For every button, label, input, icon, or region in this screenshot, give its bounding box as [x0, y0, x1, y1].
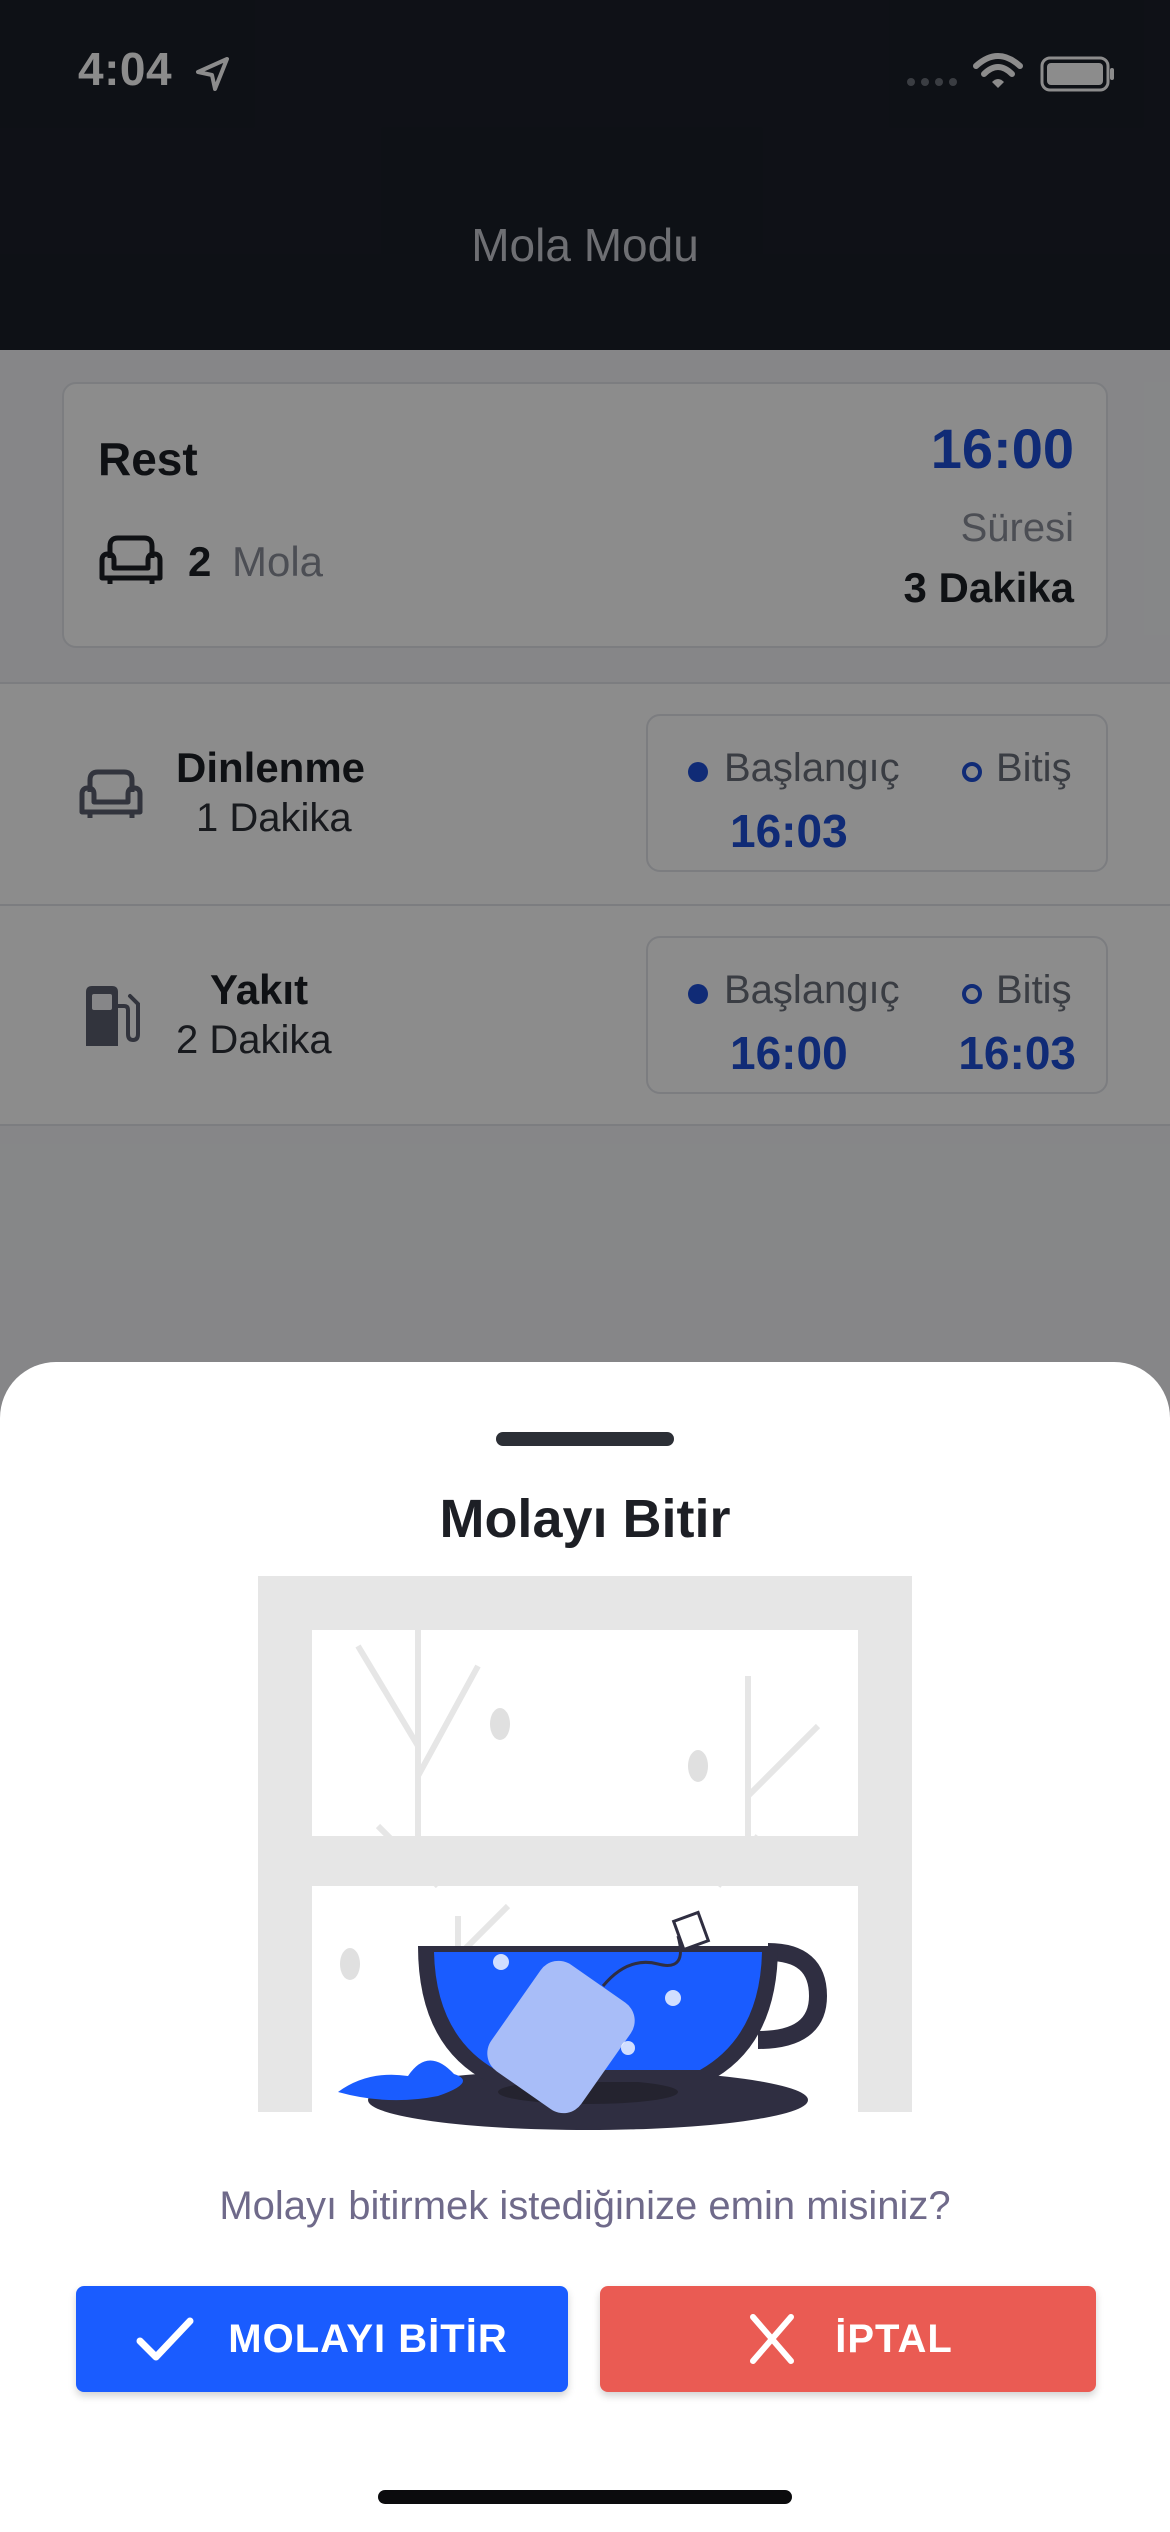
confirm-message: Molayı bitirmek istediğinize emin misini…: [219, 2184, 951, 2228]
finish-break-button[interactable]: MOLAYI BİTİR: [76, 2286, 568, 2392]
cancel-button[interactable]: İPTAL: [600, 2286, 1096, 2392]
cancel-label: İPTAL: [835, 2316, 953, 2361]
home-indicator[interactable]: [378, 2490, 792, 2504]
close-icon: [750, 2314, 795, 2364]
finish-break-label: MOLAYI BİTİR: [228, 2316, 508, 2361]
sheet-grabber[interactable]: [496, 1432, 674, 1446]
end-break-sheet: Molayı Bitir Molayı bitirmek istediğiniz…: [0, 1362, 1170, 2532]
sheet-title: Molayı Bitir: [439, 1489, 731, 1549]
tea-cup-illustration: [258, 1576, 912, 2130]
check-icon: [136, 2317, 194, 2361]
